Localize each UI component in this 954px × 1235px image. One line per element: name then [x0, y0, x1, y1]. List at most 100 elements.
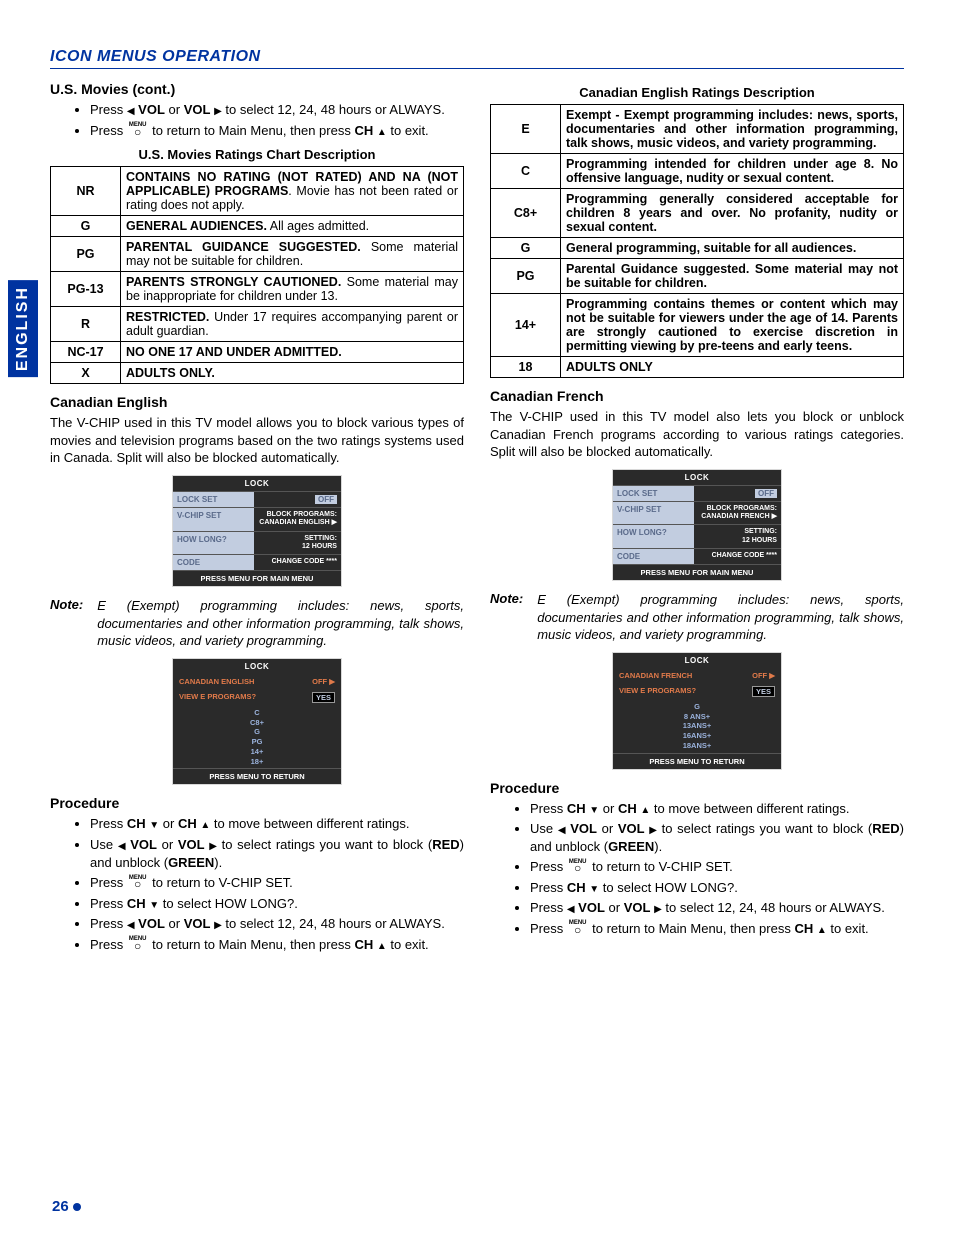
osd-ratings-list: CC8+GPG14+18+ [173, 706, 341, 769]
rating-description: NO ONE 17 AND UNDER ADMITTED. [121, 342, 464, 363]
triangle-down-icon: ▼ [149, 819, 159, 833]
rating-code: PG-13 [51, 272, 121, 307]
canadian-french-heading: Canadian French [490, 388, 904, 404]
rating-description: Parental Guidance suggested. Some materi… [561, 259, 904, 294]
rating-description: PARENTS STRONGLY CAUTIONED. Some materia… [121, 272, 464, 307]
osd-row: V-CHIP SETBLOCK PROGRAMS:CANADIAN FRENCH… [613, 501, 781, 525]
section-header: ICON MENUS OPERATION [50, 48, 904, 69]
canadian-french-body: The V-CHIP used in this TV model also le… [490, 408, 904, 461]
osd-lock-canadian-english: LOCKLOCK SETOFFV-CHIP SETBLOCK PROGRAMS:… [172, 475, 342, 588]
procedure-bullets-left: Press CH ▼ or CH ▲ to move between diffe… [90, 815, 464, 953]
rating-code: PG [51, 237, 121, 272]
procedure-heading-left: Procedure [50, 795, 464, 811]
osd-row-label: CODE [173, 555, 254, 570]
rating-description: CONTAINS NO RATING (NOT RATED) AND NA (N… [121, 167, 464, 216]
osd-row-label: LOCK SET [613, 486, 694, 501]
us-movies-top-bullets: Press ◀ VOL or VOL ▶ to select 12, 24, 4… [90, 101, 464, 139]
table-row: NRCONTAINS NO RATING (NOT RATED) AND NA … [51, 167, 464, 216]
table-row: GGENERAL AUDIENCES. All ages admitted. [51, 216, 464, 237]
table-row: PG-13PARENTS STRONGLY CAUTIONED. Some ma… [51, 272, 464, 307]
menu-button-icon: MENU○ [129, 124, 147, 136]
triangle-up-icon: ▲ [200, 819, 210, 833]
rating-description: Programming intended for children under … [561, 154, 904, 189]
osd-row-label: HOW LONG? [173, 532, 254, 555]
rating-description: Programming contains themes or content w… [561, 294, 904, 357]
list-item: Press MENU○ to return to V-CHIP SET. [90, 874, 464, 892]
table-row: XADULTS ONLY. [51, 363, 464, 384]
rating-description: RESTRICTED. Under 17 requires accompanyi… [121, 307, 464, 342]
note-label: Note: [50, 597, 83, 650]
osd-title: LOCK [173, 476, 341, 491]
note-row: Note: E (Exempt) programming includes: n… [50, 597, 464, 650]
canadian-english-body: The V-CHIP used in this TV model allows … [50, 414, 464, 467]
canadian-english-heading: Canadian English [50, 394, 464, 410]
rating-code: E [491, 105, 561, 154]
rating-code: 14+ [491, 294, 561, 357]
triangle-right-icon: ▶ [214, 105, 222, 119]
rating-code: G [491, 238, 561, 259]
osd-lock-canadian-french: LOCKLOCK SETOFFV-CHIP SETBLOCK PROGRAMS:… [612, 469, 782, 582]
osd-ratings-list: G8 ANS+13ANS+16ANS+18ANS+ [613, 700, 781, 753]
list-item: Use ◀ VOL or VOL ▶ to select ratings you… [530, 820, 904, 855]
triangle-left-icon: ◀ [127, 919, 135, 933]
us-ratings-chart-title: U.S. Movies Ratings Chart Description [50, 147, 464, 162]
osd-row-value: OFF [694, 486, 781, 501]
menu-button-icon: MENU○ [569, 922, 587, 934]
osd-footer: PRESS MENU FOR MAIN MENU [173, 570, 341, 586]
osd-head-row: CANADIAN ENGLISHOFF ▶ [173, 674, 341, 689]
triangle-up-icon: ▲ [817, 924, 827, 938]
osd-title: LOCK [613, 653, 781, 668]
triangle-left-icon: ◀ [567, 903, 575, 917]
osd-row-value: BLOCK PROGRAMS:CANADIAN FRENCH ▶ [694, 502, 781, 525]
triangle-left-icon: ◀ [127, 105, 135, 119]
rating-code: C [491, 154, 561, 189]
table-row: NC-17NO ONE 17 AND UNDER ADMITTED. [51, 342, 464, 363]
rating-code: PG [491, 259, 561, 294]
table-row: GGeneral programming, suitable for all a… [491, 238, 904, 259]
list-item: Press MENU○ to return to Main Menu, then… [530, 920, 904, 938]
table-row: RRESTRICTED. Under 17 requires accompany… [51, 307, 464, 342]
list-item: Press ◀ VOL or VOL ▶ to select 12, 24, 4… [90, 915, 464, 933]
osd-question-row: VIEW E PROGRAMS?YES [173, 689, 341, 706]
triangle-right-icon: ▶ [214, 919, 222, 933]
us-movies-cont-heading: U.S. Movies (cont.) [50, 81, 464, 97]
triangle-right-icon: ▶ [209, 840, 217, 854]
triangle-down-icon: ▼ [589, 883, 599, 897]
osd-head-row: CANADIAN FRENCHOFF ▶ [613, 668, 781, 683]
list-item: Press MENU○ to return to V-CHIP SET. [530, 858, 904, 876]
rating-description: General programming, suitable for all au… [561, 238, 904, 259]
rating-code: 18 [491, 357, 561, 378]
triangle-up-icon: ▲ [640, 804, 650, 818]
rating-code: X [51, 363, 121, 384]
note-text: E (Exempt) programming includes: news, s… [97, 597, 464, 650]
note-row: Note: E (Exempt) programming includes: n… [490, 591, 904, 644]
osd-footer: PRESS MENU TO RETURN [173, 768, 341, 784]
osd-canadian-french-ratings: LOCKCANADIAN FRENCHOFF ▶VIEW E PROGRAMS?… [612, 652, 782, 770]
osd-row: HOW LONG?SETTING:12 HOURS [173, 531, 341, 555]
rating-description: ADULTS ONLY. [121, 363, 464, 384]
osd-row: HOW LONG?SETTING:12 HOURS [613, 524, 781, 548]
procedure-heading-right: Procedure [490, 780, 904, 796]
triangle-left-icon: ◀ [118, 840, 126, 854]
osd-row-value: SETTING:12 HOURS [254, 532, 341, 555]
rating-code: NR [51, 167, 121, 216]
left-column: U.S. Movies (cont.) Press ◀ VOL or VOL ▶… [50, 77, 464, 959]
osd-row: CODECHANGE CODE **** [613, 548, 781, 564]
osd-row: CODECHANGE CODE **** [173, 554, 341, 570]
menu-button-icon: MENU○ [129, 877, 147, 889]
list-item: Press CH ▼ or CH ▲ to move between diffe… [530, 800, 904, 818]
osd-row-value: SETTING:12 HOURS [694, 525, 781, 548]
osd-title: LOCK [613, 470, 781, 485]
triangle-down-icon: ▼ [589, 804, 599, 818]
osd-row-label: HOW LONG? [613, 525, 694, 548]
note-label: Note: [490, 591, 523, 644]
rating-description: ADULTS ONLY [561, 357, 904, 378]
triangle-right-icon: ▶ [654, 903, 662, 917]
triangle-up-icon: ▲ [377, 940, 387, 954]
menu-button-icon: MENU○ [569, 861, 587, 873]
triangle-right-icon: ▶ [649, 824, 657, 838]
table-row: 14+Programming contains themes or conten… [491, 294, 904, 357]
table-row: 18ADULTS ONLY [491, 357, 904, 378]
list-item: Press CH ▼ or CH ▲ to move between diffe… [90, 815, 464, 833]
osd-row: V-CHIP SETBLOCK PROGRAMS:CANADIAN ENGLIS… [173, 507, 341, 531]
